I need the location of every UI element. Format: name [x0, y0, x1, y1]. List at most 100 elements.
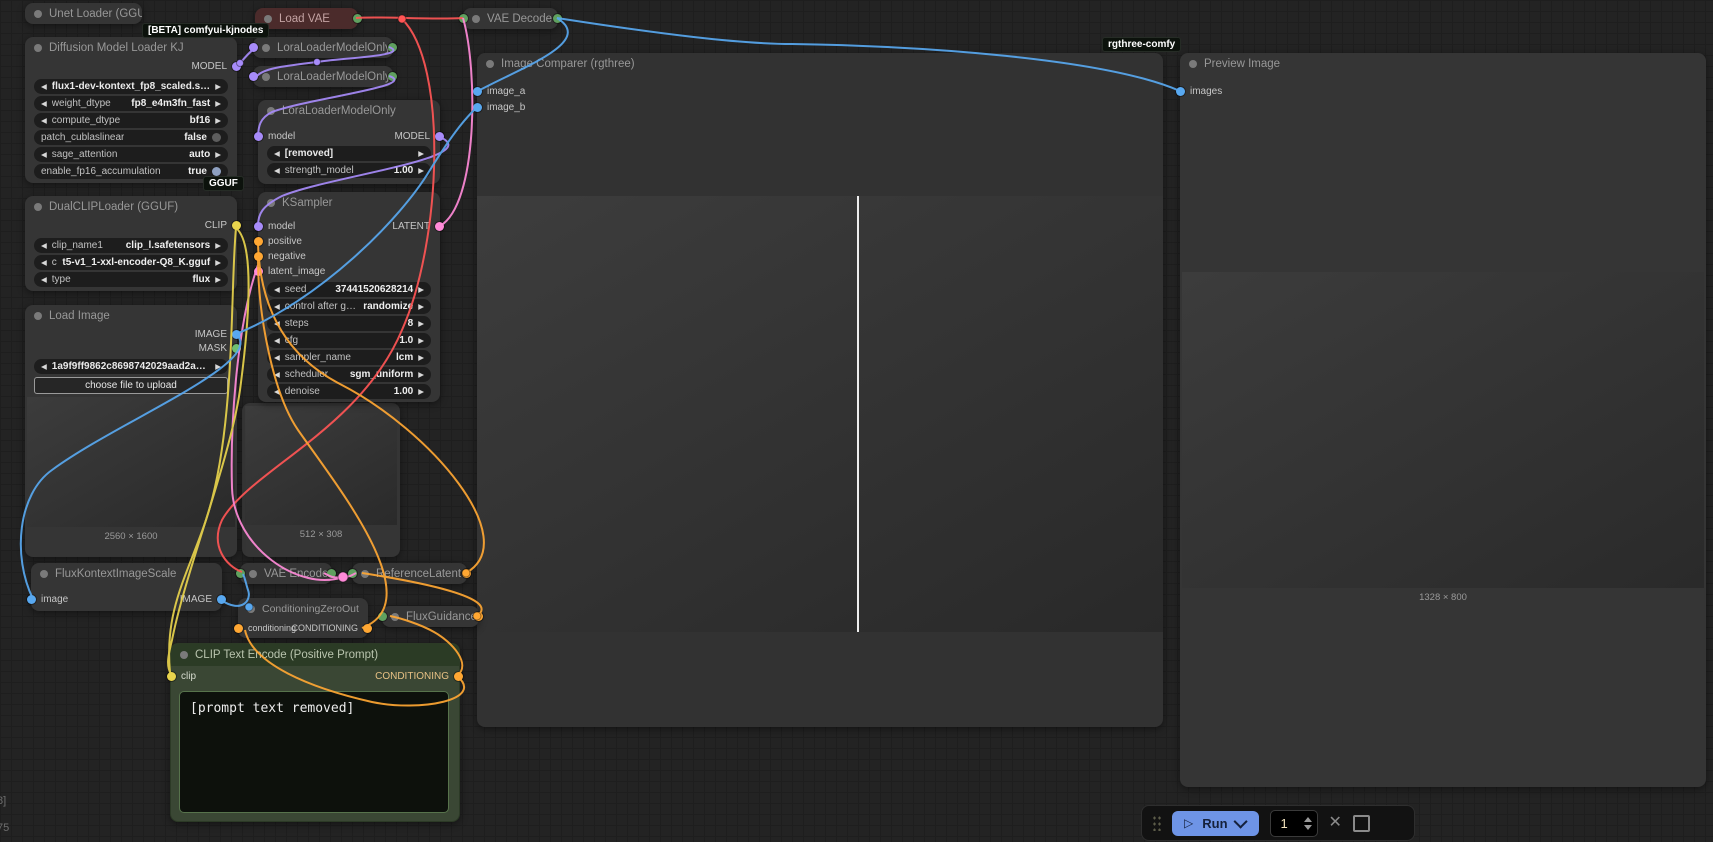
- combo-next-icon[interactable]: ▶: [418, 388, 424, 396]
- widget-image-filename[interactable]: ◀ 1a9f9ff9862c8698742029aad2a73eb1... ▶: [34, 359, 228, 374]
- decrement-icon[interactable]: [1303, 824, 1312, 830]
- collapse-dot-icon[interactable]: [34, 44, 42, 52]
- node-vae-encode[interactable]: VAE Encode: [236, 563, 336, 584]
- collapse-dot-icon[interactable]: [361, 569, 369, 578]
- widget-scheduler[interactable]: ◀ scheduler sgm_uniform ▶: [267, 367, 431, 382]
- node-ksampler[interactable]: KSampler LATENT model positive negative …: [254, 192, 444, 402]
- combo-next-icon[interactable]: ▶: [215, 117, 221, 125]
- collapse-dot-icon[interactable]: [262, 43, 270, 52]
- widget-sage-attention[interactable]: ◀ sage_attention auto ▶: [34, 147, 228, 162]
- latent-output-port[interactable]: [327, 569, 336, 578]
- widget-sampler-name[interactable]: ◀ sampler_name lcm ▶: [267, 350, 431, 365]
- clear-queue-icon[interactable]: ✕: [1329, 815, 1342, 831]
- combo-prev-icon[interactable]: ◀: [41, 151, 47, 159]
- combo-next-icon[interactable]: ▶: [215, 276, 221, 284]
- node-lora-loader-collapsed-2[interactable]: LoraLoaderModelOnly: [249, 66, 397, 87]
- node-load-vae[interactable]: Load VAE: [255, 8, 362, 29]
- combo-prev-icon[interactable]: ◀: [41, 259, 47, 267]
- model-output-port[interactable]: [388, 43, 397, 52]
- prompt-text-input[interactable]: [prompt text removed]: [179, 691, 449, 813]
- node-image-comparer[interactable]: Image Comparer (rgthree) image_a image_b: [473, 53, 1163, 727]
- combo-next-icon[interactable]: ▶: [418, 354, 424, 362]
- clip-output-port[interactable]: CLIP: [205, 220, 241, 231]
- combo-prev-icon[interactable]: ◀: [274, 371, 280, 379]
- combo-next-icon[interactable]: ▶: [418, 286, 424, 294]
- combo-prev-icon[interactable]: ◀: [41, 363, 47, 371]
- model-input-port[interactable]: [249, 72, 258, 81]
- node-unet-loader[interactable]: Unet Loader (GGUF): [25, 3, 142, 24]
- clip-input-port[interactable]: clip: [167, 671, 196, 682]
- latent-output-port[interactable]: LATENT: [392, 221, 444, 232]
- image-a-input-port[interactable]: image_a: [473, 86, 525, 97]
- conditioning-output-port[interactable]: CONDITIONING: [292, 623, 372, 633]
- conditioning-input-port[interactable]: conditioning: [234, 623, 296, 633]
- image-input-port[interactable]: image: [27, 594, 68, 605]
- widget-enable-fp16-accumulation[interactable]: enable_fp16_accumulation true: [34, 164, 228, 179]
- widget-strength-model[interactable]: ◀ strength_model 1.00 ▶: [267, 163, 431, 178]
- conditioning-input-port[interactable]: [378, 612, 387, 621]
- collapse-dot-icon[interactable]: [486, 60, 494, 68]
- node-dual-clip-loader[interactable]: DualCLIPLoader (GGUF) CLIP ◀ clip_name1 …: [25, 196, 241, 291]
- node-reference-latent[interactable]: ReferenceLatent: [348, 563, 471, 584]
- combo-next-icon[interactable]: ▶: [215, 363, 221, 371]
- combo-prev-icon[interactable]: ◀: [274, 354, 280, 362]
- combo-prev-icon[interactable]: ◀: [41, 100, 47, 108]
- combo-prev-icon[interactable]: ◀: [41, 276, 47, 284]
- model-input-port[interactable]: model: [254, 131, 295, 142]
- node-flux-kontext-image-scale[interactable]: FluxKontextImageScale image IMAGE: [27, 563, 226, 611]
- vae-output-port[interactable]: [353, 14, 362, 23]
- collapse-dot-icon[interactable]: [391, 612, 399, 621]
- combo-next-icon[interactable]: ▶: [215, 100, 221, 108]
- batch-count-input[interactable]: 1: [1269, 809, 1318, 837]
- negative-input-port[interactable]: negative: [254, 251, 306, 262]
- combo-next-icon[interactable]: ▶: [215, 83, 221, 91]
- samples-input-port[interactable]: [459, 14, 468, 23]
- combo-next-icon[interactable]: ▶: [418, 150, 424, 158]
- model-output-port[interactable]: MODEL: [191, 61, 241, 72]
- collapse-dot-icon[interactable]: [1189, 60, 1197, 68]
- collapse-dot-icon[interactable]: [247, 605, 255, 613]
- combo-prev-icon[interactable]: ◀: [274, 167, 280, 175]
- widget-denoise[interactable]: ◀ denoise 1.00 ▶: [267, 384, 431, 399]
- model-output-port[interactable]: [388, 72, 397, 81]
- widget-clip-name1[interactable]: ◀ clip_name1 clip_l.safetensors ▶: [34, 238, 228, 253]
- collapse-dot-icon[interactable]: [262, 72, 270, 81]
- node-graph-canvas[interactable]: [BETA] comfyui-kjnodes GGUF rgthree-comf…: [0, 0, 1713, 842]
- conditioning-output-port[interactable]: [474, 612, 483, 621]
- widget-lora-name[interactable]: ◀ [removed] ▶: [267, 146, 431, 161]
- collapse-dot-icon[interactable]: [34, 203, 42, 211]
- widget-unet-name[interactable]: ◀ flux1-dev-kontext_fp8_scaled.safetenso…: [34, 79, 228, 94]
- collapse-dot-icon[interactable]: [267, 107, 275, 115]
- increment-icon[interactable]: [1303, 816, 1312, 822]
- image-b-input-port[interactable]: image_b: [473, 102, 525, 113]
- combo-next-icon[interactable]: ▶: [418, 303, 424, 311]
- toolbar-drag-handle-icon[interactable]: [1152, 815, 1161, 831]
- conditioning-output-port[interactable]: [462, 569, 471, 578]
- collapse-dot-icon[interactable]: [180, 651, 188, 659]
- widget-weight-dtype[interactable]: ◀ weight_dtype fp8_e4m3fn_fast ▶: [34, 96, 228, 111]
- combo-next-icon[interactable]: ▶: [418, 320, 424, 328]
- toggle-on-icon[interactable]: [212, 167, 221, 176]
- image-output-port[interactable]: IMAGE: [180, 594, 226, 605]
- stop-icon[interactable]: [1352, 814, 1370, 832]
- widget-cfg[interactable]: ◀ cfg 1.0 ▶: [267, 333, 431, 348]
- combo-next-icon[interactable]: ▶: [418, 337, 424, 345]
- combo-next-icon[interactable]: ▶: [418, 371, 424, 379]
- latent-image-input-port[interactable]: latent_image: [254, 266, 325, 277]
- node-sampled-preview[interactable]: 512 × 308: [242, 403, 400, 557]
- widget-clip-name2[interactable]: ◀ clip_n ... t5-v1_1-xxl-encoder-Q8_K.gg…: [34, 255, 228, 270]
- node-load-image[interactable]: Load Image IMAGE MASK ◀ 1a9f9ff9862c8698…: [25, 305, 241, 557]
- node-flux-guidance[interactable]: FluxGuidance: [378, 606, 483, 627]
- collapse-dot-icon[interactable]: [472, 14, 480, 23]
- widget-control-after-generate[interactable]: ◀ control after generate randomize ▶: [267, 299, 431, 314]
- node-preview-image[interactable]: Preview Image images 1328 × 800: [1176, 53, 1706, 787]
- combo-prev-icon[interactable]: ◀: [41, 83, 47, 91]
- combo-next-icon[interactable]: ▶: [418, 167, 424, 175]
- toggle-off-icon[interactable]: [212, 133, 221, 142]
- latent-input-port[interactable]: [348, 569, 357, 578]
- positive-input-port[interactable]: positive: [254, 236, 302, 247]
- model-input-port[interactable]: [249, 43, 258, 52]
- combo-prev-icon[interactable]: ◀: [41, 242, 47, 250]
- combo-prev-icon[interactable]: ◀: [274, 150, 280, 158]
- collapse-dot-icon[interactable]: [40, 570, 48, 578]
